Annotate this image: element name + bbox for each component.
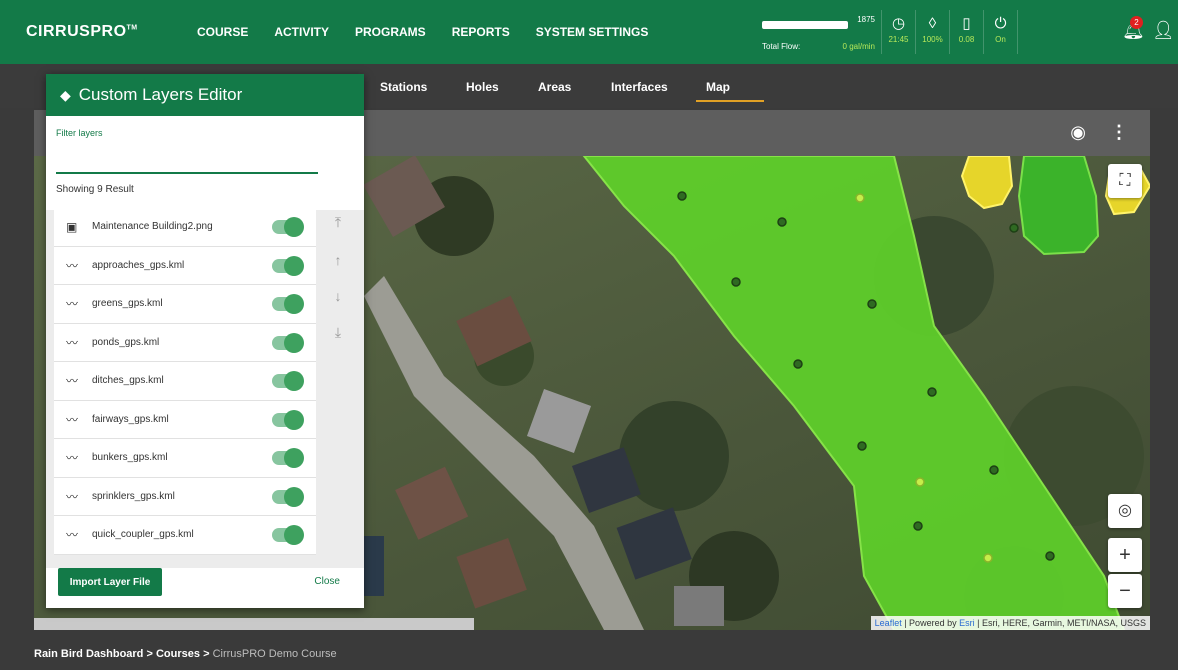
layer-row[interactable]: 〰 quick_coupler_gps.kml [54, 516, 316, 555]
nav-reports[interactable]: REPORTS [439, 25, 523, 39]
user-icon[interactable]: 👤︎ [1152, 20, 1175, 41]
move-top-icon[interactable]: ⤒ [332, 214, 344, 231]
clock-icon: ◷ [891, 15, 906, 32]
polyline-icon: 〰 [66, 451, 79, 466]
layer-toggle[interactable] [272, 294, 304, 314]
more-vert-icon[interactable]: ⋮ [1110, 122, 1128, 143]
power-icon: ⏻ [994, 15, 1007, 32]
polyline-icon: 〰 [66, 412, 79, 427]
nav-system-settings[interactable]: SYSTEM SETTINGS [523, 25, 662, 39]
tab-map[interactable]: Map [696, 80, 764, 102]
flow-bar [762, 21, 848, 29]
notification-badge: 2 [1130, 16, 1143, 29]
esri-link[interactable]: Esri [959, 618, 975, 628]
polyline-icon: 〰 [66, 335, 79, 350]
status-bar: 1875 Total Flow: 0 gal/min ◷ 21:45 ◊ 100… [756, 10, 1018, 54]
tab-stations[interactable]: Stations [380, 80, 427, 94]
polyline-icon: 〰 [66, 528, 79, 543]
location-pin-icon[interactable]: ◉ [1070, 122, 1086, 143]
layer-toggle[interactable] [272, 371, 304, 391]
nav-activity[interactable]: ACTIVITY [261, 25, 342, 39]
polyline-icon: 〰 [66, 297, 79, 312]
crumb-current: CirrusPRO Demo Course [212, 648, 337, 660]
move-bottom-icon[interactable]: ⤓ [332, 324, 344, 341]
layers-icon: ◆ [60, 86, 71, 103]
leaflet-link[interactable]: Leaflet [875, 618, 902, 628]
layer-toggle[interactable] [272, 255, 304, 276]
layer-row[interactable]: 〰 sprinklers_gps.kml [54, 477, 316, 516]
nav-programs[interactable]: PROGRAMS [342, 25, 439, 39]
map-attribution: Leaflet | Powered by Esri | Esri, HERE, … [870, 616, 1150, 630]
polyline-icon: 〰 [66, 258, 79, 273]
clock-stat[interactable]: ◷ 21:45 [882, 10, 916, 54]
breadcrumb: Rain Bird Dashboard > Courses > CirrusPR… [34, 648, 337, 660]
move-up-icon[interactable]: ↑ [332, 252, 344, 268]
layer-row[interactable]: ▣ Maintenance Building2.png [54, 208, 316, 247]
image-icon: ▣ [66, 219, 78, 234]
close-button[interactable]: Close [314, 576, 340, 587]
flow-rate: 0 gal/min [842, 42, 875, 51]
polyline-icon: 〰 [66, 489, 79, 504]
tab-areas[interactable]: Areas [538, 80, 571, 94]
filter-label: Filter layers [56, 128, 103, 138]
layer-row[interactable]: 〰 ditches_gps.kml [54, 362, 316, 401]
top-bar: CIRRUSPROTM COURSE ACTIVITY PROGRAMS REP… [0, 0, 1178, 64]
layer-toggle[interactable] [272, 486, 304, 507]
layer-toggle[interactable] [272, 217, 304, 237]
main-nav: COURSE ACTIVITY PROGRAMS REPORTS SYSTEM … [184, 25, 661, 39]
crumb-courses[interactable]: Courses [156, 648, 200, 660]
map-scroll-strip [34, 618, 474, 630]
rain-gauge-icon: ▯ [962, 15, 971, 32]
layer-toggle[interactable] [272, 409, 304, 430]
filter-input[interactable] [56, 156, 318, 174]
layer-list: ▣ Maintenance Building2.png 〰 approaches… [54, 208, 316, 555]
custom-layers-panel: ◆ Custom Layers Editor Filter layers Sho… [46, 74, 364, 608]
layer-row[interactable]: 〰 approaches_gps.kml [54, 246, 316, 285]
locate-icon[interactable]: ◎ [1108, 494, 1142, 528]
power-stat[interactable]: ⏻ On [984, 10, 1018, 54]
zoom-out-button[interactable]: − [1108, 574, 1142, 608]
tab-holes[interactable]: Holes [466, 80, 499, 94]
zoom-in-button[interactable]: + [1108, 538, 1142, 572]
water-budget-stat[interactable]: ◊ 100% [916, 10, 950, 54]
water-drop-icon: ◊ [928, 15, 937, 32]
crumb-dashboard[interactable]: Rain Bird Dashboard [34, 648, 143, 660]
polyline-icon: 〰 [66, 374, 79, 389]
result-count: Showing 9 Result [56, 184, 134, 195]
logo[interactable]: CIRRUSPROTM [26, 23, 176, 41]
layer-row[interactable]: 〰 fairways_gps.kml [54, 400, 316, 439]
layer-row[interactable]: 〰 ponds_gps.kml [54, 323, 316, 362]
tab-interfaces[interactable]: Interfaces [611, 80, 668, 94]
fullscreen-icon[interactable]: ⛶ [1108, 164, 1142, 198]
import-layer-button[interactable]: Import Layer File [58, 568, 162, 596]
total-flow[interactable]: 1875 Total Flow: 0 gal/min [756, 10, 882, 54]
panel-title: Custom Layers Editor [78, 85, 243, 104]
flow-capacity: 1875 [857, 15, 875, 24]
nav-course[interactable]: COURSE [184, 25, 261, 39]
rain-gauge-stat[interactable]: ▯ 0.08 [950, 10, 984, 54]
layer-toggle[interactable] [272, 448, 304, 468]
move-down-icon[interactable]: ↓ [332, 288, 344, 304]
panel-header: ◆ Custom Layers Editor [46, 74, 364, 116]
filter-section: Filter layers [46, 116, 364, 210]
layer-toggle[interactable] [272, 525, 304, 545]
flow-label: Total Flow: [762, 42, 801, 51]
panel-footer: Import Layer File Close [46, 568, 364, 608]
layer-toggle[interactable] [272, 332, 304, 353]
layer-row[interactable]: 〰 greens_gps.kml [54, 285, 316, 324]
layer-row[interactable]: 〰 bunkers_gps.kml [54, 439, 316, 478]
